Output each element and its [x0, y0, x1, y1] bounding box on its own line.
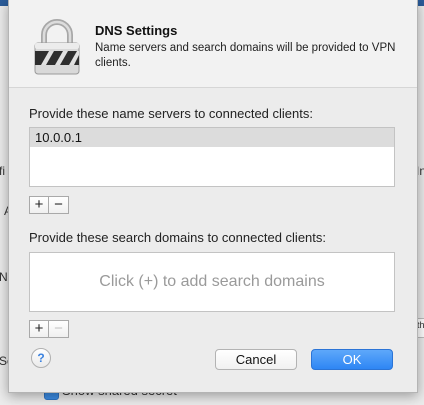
name-servers-list[interactable]: 10.0.0.1: [29, 127, 395, 187]
add-search-domain-button[interactable]: +: [29, 320, 49, 338]
help-button[interactable]: ?: [31, 348, 51, 368]
dns-settings-sheet: DNS Settings Name servers and search dom…: [8, 0, 418, 393]
sheet-title: DNS Settings: [95, 23, 178, 38]
name-servers-add-remove: + −: [29, 196, 69, 214]
remove-name-server-button[interactable]: −: [49, 196, 69, 214]
background-text-th: th: [417, 320, 424, 330]
sheet-description: Name servers and search domains will be …: [95, 42, 396, 69]
search-domains-label: Provide these search domains to connecte…: [29, 230, 327, 245]
ok-button[interactable]: OK: [311, 349, 393, 370]
cancel-button[interactable]: Cancel: [215, 349, 297, 370]
search-domains-list[interactable]: Click (+) to add search domains: [29, 252, 395, 312]
search-domains-placeholder: Click (+) to add search domains: [99, 273, 325, 290]
name-servers-label: Provide these name servers to connected …: [29, 106, 313, 121]
background-text-fi: fi: [0, 164, 5, 178]
background-text-n: N: [0, 270, 8, 284]
sheet-header: DNS Settings Name servers and search dom…: [9, 0, 417, 88]
search-domains-add-remove: + −: [29, 320, 69, 338]
lock-icon: [34, 19, 80, 75]
add-name-server-button[interactable]: +: [29, 196, 49, 214]
remove-search-domain-button[interactable]: −: [49, 320, 69, 338]
list-item[interactable]: 10.0.0.1: [30, 128, 394, 147]
